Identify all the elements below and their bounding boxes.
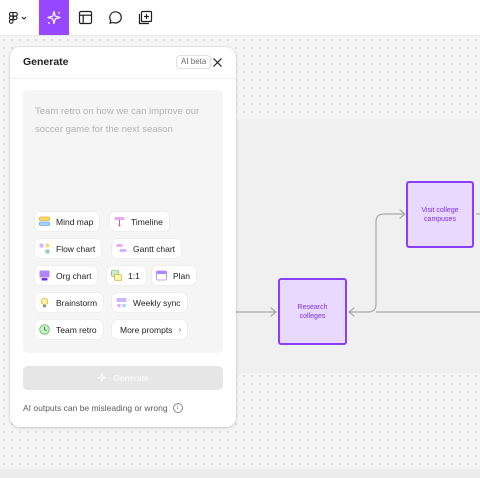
comment-icon: [108, 11, 122, 24]
team-retro-icon: [39, 324, 50, 335]
chip-timeline[interactable]: Timeline: [110, 212, 169, 231]
chip-label: More prompts: [120, 324, 173, 335]
ai-disclaimer: AI outputs can be misleading or wrong i: [23, 403, 183, 413]
plan-icon: [156, 270, 167, 281]
chip-weekly-sync[interactable]: Weekly sync: [112, 293, 187, 312]
frame-icon: [78, 10, 92, 25]
brainstorm-icon: [40, 297, 49, 308]
connector-research-to-visit: [349, 213, 404, 313]
ai-beta-badge: AI beta: [176, 55, 212, 69]
chip-label: Gantt chart: [133, 243, 176, 254]
chip-org-chart[interactable]: Org chart: [35, 266, 98, 285]
chip-label: Team retro: [56, 324, 97, 335]
chip-mind-map[interactable]: Mind map: [35, 212, 100, 231]
comment-tool-button[interactable]: [102, 0, 128, 35]
top-toolbar: [0, 0, 480, 36]
panel-title: Generate: [23, 56, 69, 68]
chip-team-retro[interactable]: Team retro: [35, 320, 103, 339]
chip-label: 1:1: [128, 270, 140, 281]
frame-tool-button[interactable]: [72, 0, 98, 35]
generate-panel: Generate AI beta Team retro on how we ca…: [10, 47, 236, 427]
chip-label: Plan: [173, 270, 191, 281]
chip-flow-chart[interactable]: Flow chart: [35, 239, 102, 258]
weekly-sync-icon: [116, 298, 127, 308]
node-research-colleges[interactable]: Research colleges: [278, 278, 347, 345]
chip-brainstorm[interactable]: Brainstorm: [35, 293, 104, 312]
ai-generate-tool-button[interactable]: [39, 0, 69, 35]
chip-label: Weekly sync: [133, 297, 181, 308]
generate-button[interactable]: Generate: [23, 366, 223, 390]
chip-label: Brainstorm: [56, 297, 98, 308]
close-button[interactable]: [209, 54, 225, 70]
flow-chart-icon: [39, 243, 50, 254]
chip-label: Mind map: [56, 216, 94, 227]
chip-label: Org chart: [56, 270, 92, 281]
one-on-one-icon: [111, 270, 122, 281]
chevron-right-icon: ›: [178, 325, 182, 334]
sparkle-icon: [47, 10, 61, 24]
add-frame-icon: [138, 10, 152, 25]
timeline-icon: [114, 217, 125, 227]
mind-map-icon: [39, 216, 50, 226]
chip-plan[interactable]: Plan: [152, 266, 197, 285]
figma-logo-icon: [8, 11, 27, 24]
close-icon: [212, 57, 222, 67]
more-prompts-button[interactable]: More prompts ›: [112, 320, 188, 339]
org-chart-icon: [39, 270, 50, 281]
chip-label: Timeline: [131, 216, 163, 227]
chip-gantt-chart[interactable]: Gantt chart: [112, 239, 182, 258]
sparkle-icon: [98, 373, 107, 382]
chevron-down-icon: [21, 16, 27, 20]
node-label: Visit college campuses: [421, 206, 459, 223]
add-section-tool-button[interactable]: [132, 0, 158, 35]
chip-one-on-one[interactable]: 1:1: [107, 266, 146, 285]
prompt-input[interactable]: Team retro on how we can improve our soc…: [23, 90, 223, 353]
panel-divider: [10, 78, 236, 79]
chip-label: Flow chart: [56, 243, 96, 254]
node-label: Research colleges: [297, 303, 328, 320]
node-visit-college-campuses[interactable]: Visit college campuses: [406, 181, 474, 248]
figma-menu-button[interactable]: [4, 0, 34, 35]
info-icon[interactable]: i: [172, 403, 183, 413]
prompt-placeholder: Team retro on how we can improve our soc…: [35, 106, 200, 135]
gantt-chart-icon: [116, 244, 127, 252]
disclaimer-text: AI outputs can be misleading or wrong: [23, 403, 168, 413]
generate-button-label: Generate: [113, 373, 149, 383]
